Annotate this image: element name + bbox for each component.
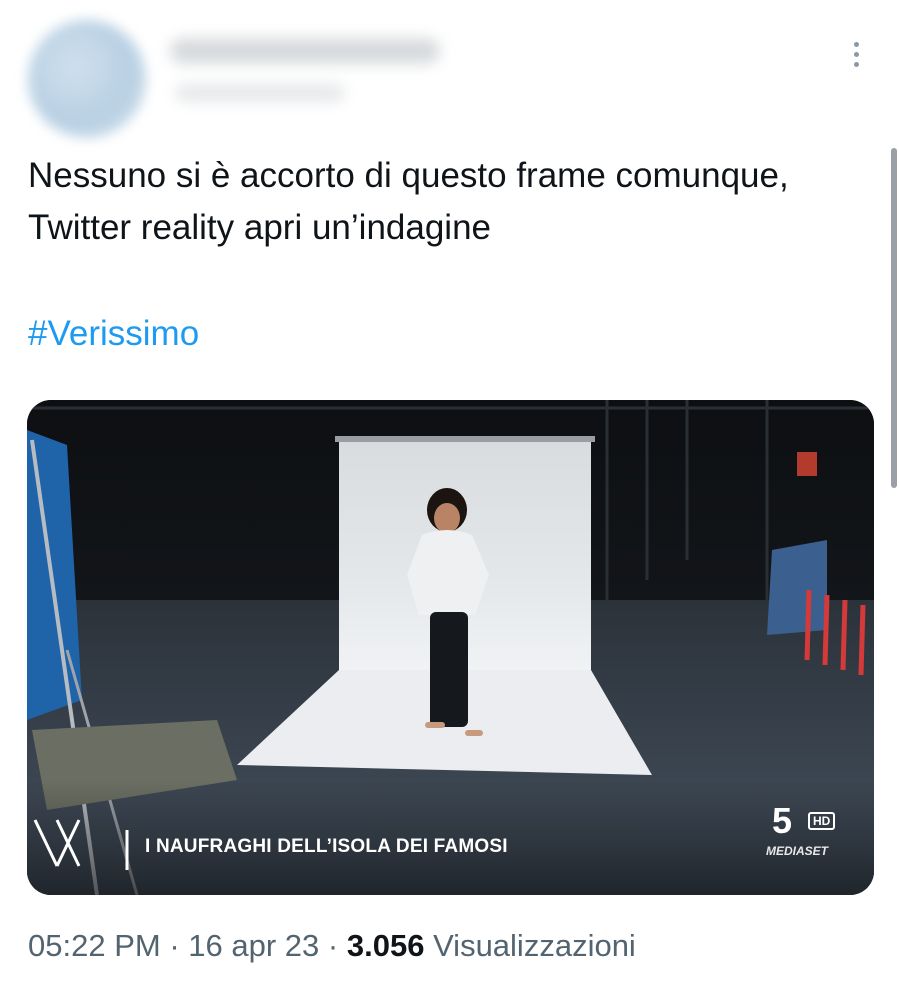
channel-brand: MEDIASET [766, 844, 829, 858]
media-caption-text: I NAUFRAGHI DELL’ISOLA DEI FAMOSI [145, 836, 508, 857]
tweet-date[interactable]: 16 apr 23 [188, 928, 319, 963]
channel-number: 5 [772, 800, 793, 841]
tweet-header [0, 0, 899, 150]
tweet-media-image[interactable]: I NAUFRAGHI DELL’ISOLA DEI FAMOSI 5 HD M… [27, 400, 874, 895]
username-blurred[interactable] [175, 84, 345, 102]
more-dots-icon [853, 41, 859, 47]
channel-hd-badge: HD [808, 812, 836, 830]
hashtag-link[interactable]: #Verissimo [28, 308, 199, 360]
studio-photo [27, 400, 874, 895]
separator: · [327, 928, 339, 963]
separator: · [169, 928, 180, 963]
more-options-button[interactable] [838, 34, 874, 74]
tweet-metadata: 05:22 PM · 16 apr 23 · 3.056 Visualizzaz… [28, 918, 636, 974]
scrollbar[interactable] [891, 148, 897, 488]
views-count[interactable]: 3.056 [347, 928, 425, 963]
media-caption: I NAUFRAGHI DELL’ISOLA DEI FAMOSI [145, 832, 508, 862]
display-name-blurred[interactable] [170, 38, 440, 64]
tweet-time[interactable]: 05:22 PM [28, 928, 161, 963]
more-dots-icon [853, 61, 859, 67]
tweet-text: Nessuno si è accorto di questo frame com… [28, 156, 789, 247]
more-dots-icon [853, 51, 859, 57]
channel-logo: 5 HD MEDIASET [764, 800, 854, 862]
views-label[interactable]: Visualizzazioni [433, 928, 636, 963]
avatar[interactable] [28, 20, 146, 138]
